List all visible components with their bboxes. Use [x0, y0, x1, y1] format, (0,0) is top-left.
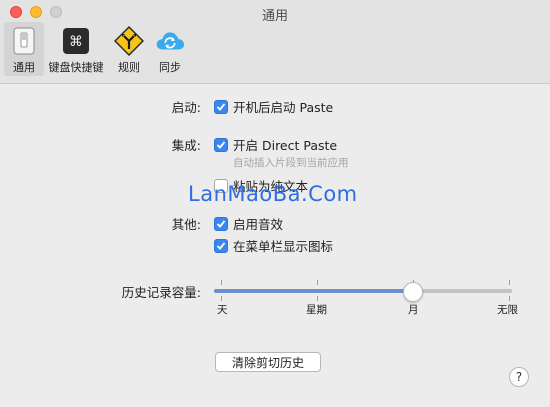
tab-label: 同步: [159, 61, 181, 74]
sound-effects-checkbox[interactable]: 启用音效: [214, 214, 283, 233]
rules-sign-icon: [114, 26, 144, 56]
checkbox-checked[interactable]: [214, 99, 228, 114]
svg-text:⌘: ⌘: [69, 34, 83, 50]
slider-tick-mark: [317, 296, 318, 301]
checkbox-label: 开机后启动 Paste: [233, 100, 334, 115]
tab-rules[interactable]: 规则: [108, 22, 150, 76]
checkbox-checked[interactable]: [214, 238, 228, 253]
tab-sync[interactable]: 同步: [150, 22, 190, 76]
toolbar: 通用 通用 ⌘ 键盘快捷键 规则 同步: [0, 0, 550, 84]
direct-paste-checkbox[interactable]: 开启 Direct Paste: [214, 135, 337, 154]
keyboard-command-icon: ⌘: [61, 26, 91, 56]
checkbox-label: 在菜单栏显示图标: [233, 239, 334, 254]
history-capacity-label: 历史记录容量:: [121, 285, 201, 300]
integration-label: 集成:: [171, 138, 201, 153]
slider-tick-mark: [509, 296, 510, 301]
history-slider-knob[interactable]: [403, 282, 423, 302]
other-label: 其他:: [171, 217, 201, 232]
checkbox-label: 启用音效: [233, 217, 284, 232]
direct-paste-hint: 自动插入片段到当前应用: [233, 157, 349, 169]
slider-tick-label: 星期: [306, 304, 327, 316]
checkbox-checked[interactable]: [214, 216, 228, 231]
tab-label: 规则: [118, 61, 140, 74]
slider-tick-label: 天: [217, 304, 228, 316]
watermark: LanMaoBa.Com: [188, 182, 358, 206]
help-button[interactable]: ?: [509, 367, 529, 387]
checkbox-checked[interactable]: [214, 137, 228, 152]
clear-history-button[interactable]: 清除剪切历史: [215, 352, 321, 372]
checkbox-label: 开启 Direct Paste: [233, 138, 338, 153]
tab-label: 键盘快捷键: [48, 61, 104, 74]
history-slider-track[interactable]: [214, 289, 512, 293]
tab-general[interactable]: 通用: [4, 22, 44, 76]
launch-at-login-checkbox[interactable]: 开机后启动 Paste: [214, 97, 333, 116]
startup-label: 启动:: [171, 100, 201, 115]
tab-keyboard-shortcuts[interactable]: ⌘ 键盘快捷键: [44, 22, 108, 76]
slider-tick-label: 无限: [497, 304, 518, 316]
sync-cloud-icon: [155, 26, 185, 56]
slider-tick-mark: [509, 280, 510, 285]
history-slider-fill: [214, 289, 413, 293]
preference-tabs: 通用 ⌘ 键盘快捷键 规则 同步: [4, 22, 190, 76]
tab-label: 通用: [13, 61, 35, 74]
menubar-icon-checkbox[interactable]: 在菜单栏显示图标: [214, 236, 333, 255]
slider-tick-mark: [221, 296, 222, 301]
slider-tick-mark: [317, 280, 318, 285]
slider-tick-label: 月: [408, 304, 419, 316]
slider-tick-mark: [221, 280, 222, 285]
general-switch-icon: [9, 26, 39, 56]
